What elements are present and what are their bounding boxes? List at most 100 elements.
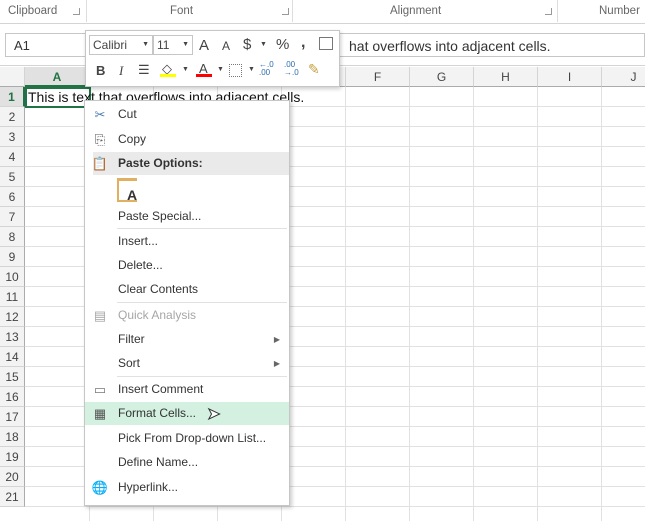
column-header-h[interactable]: H <box>474 67 538 87</box>
name-box[interactable]: A1 <box>5 33 90 57</box>
font-size-value: 11 <box>157 38 170 52</box>
select-all-corner[interactable] <box>0 67 25 87</box>
chevron-down-icon[interactable]: ▼ <box>182 66 189 73</box>
divider <box>86 0 87 22</box>
column-header-g[interactable]: G <box>410 67 474 87</box>
gridline <box>25 506 645 507</box>
row-header-16[interactable]: 16 <box>0 387 25 407</box>
currency-button[interactable]: $ <box>243 36 251 53</box>
font-launcher-icon[interactable] <box>282 8 289 15</box>
menu-label: Define Name... <box>118 455 199 469</box>
column-header-a[interactable]: A <box>25 67 90 87</box>
row-header-5[interactable]: 5 <box>0 167 25 187</box>
divider <box>557 0 558 22</box>
comment-icon: ▭ <box>93 382 107 397</box>
menu-label: Insert... <box>118 234 159 248</box>
row-header-8[interactable]: 8 <box>0 227 25 247</box>
menu-label: Hyperlink... <box>118 480 179 494</box>
comma-button[interactable]: , <box>301 34 305 52</box>
borders-icon[interactable] <box>229 64 242 77</box>
row-header-7[interactable]: 7 <box>0 207 25 227</box>
row-header-20[interactable]: 20 <box>0 467 25 487</box>
chevron-down-icon[interactable]: ▼ <box>248 66 255 73</box>
menu-item-define-name[interactable]: Define Name... <box>85 451 289 474</box>
menu-label: Pick From Drop-down List... <box>118 431 267 445</box>
row-header-3[interactable]: 3 <box>0 127 25 147</box>
ribbon-group-clipboard: Clipboard <box>8 5 58 17</box>
menu-item-paste-special[interactable]: Paste Special... <box>85 205 289 228</box>
row-header-6[interactable]: 6 <box>0 187 25 207</box>
submenu-arrow-icon: ▶ <box>273 359 280 368</box>
menu-item-copy[interactable]: ⎘ Copy <box>85 128 289 151</box>
row-header-11[interactable]: 11 <box>0 287 25 307</box>
column-header-i[interactable]: I <box>538 67 602 87</box>
menu-label: Copy <box>118 132 147 146</box>
menu-item-clear-contents[interactable]: Clear Contents <box>85 278 289 301</box>
row-header-13[interactable]: 13 <box>0 327 25 347</box>
align-center-icon[interactable]: ☰ <box>138 62 150 78</box>
row-header-10[interactable]: 10 <box>0 267 25 287</box>
row-header-17[interactable]: 17 <box>0 407 25 427</box>
chevron-down-icon[interactable]: ▼ <box>260 41 267 48</box>
menu-item-sort[interactable]: Sort ▶ <box>85 352 289 375</box>
menu-label: Format Cells... <box>118 406 197 420</box>
row-header-12[interactable]: 12 <box>0 307 25 327</box>
row-header-1[interactable]: 1 <box>0 87 25 107</box>
percent-button[interactable]: % <box>276 36 289 53</box>
chevron-down-icon[interactable]: ▼ <box>217 66 224 73</box>
fill-color-button[interactable]: ◇ <box>160 61 176 77</box>
column-header-j[interactable]: J <box>602 67 645 87</box>
menu-separator <box>117 228 287 229</box>
font-name-select[interactable]: Calibri ▼ <box>89 35 153 55</box>
increase-decimal-button[interactable]: ←.0 .00 <box>259 61 279 77</box>
row-header-2[interactable]: 2 <box>0 107 25 127</box>
italic-button[interactable]: I <box>119 63 123 79</box>
hyperlink-icon: 🌐 <box>91 480 109 495</box>
menu-item-insert-comment[interactable]: ▭ Insert Comment <box>85 378 289 401</box>
gridline <box>409 87 410 521</box>
mini-toolbar: Calibri ▼ 11 ▼ A A $ ▼ % , B I ☰ ◇ ▼ A ▼ ▼… <box>85 30 340 87</box>
menu-item-insert[interactable]: Insert... <box>85 230 289 253</box>
clipboard-launcher-icon[interactable] <box>73 8 80 15</box>
menu-label: Paste Options: <box>118 156 203 170</box>
row-header-14[interactable]: 14 <box>0 347 25 367</box>
copy-icon: ⎘ <box>94 132 106 147</box>
gridline <box>345 87 346 521</box>
ribbon: Clipboard Font Alignment Number <box>0 0 645 24</box>
quick-analysis-icon: ▤ <box>93 308 107 323</box>
ribbon-group-font: Font <box>170 5 194 17</box>
bold-button[interactable]: B <box>96 63 105 78</box>
menu-item-hyperlink[interactable]: 🌐 Hyperlink... <box>85 476 289 499</box>
menu-separator <box>117 376 287 377</box>
font-color-button[interactable]: A <box>196 61 212 77</box>
grow-font-button[interactable]: A <box>199 37 209 54</box>
row-header-21[interactable]: 21 <box>0 487 25 507</box>
fill-color-swatch <box>160 74 176 77</box>
menu-item-pick-from-list[interactable]: Pick From Drop-down List... <box>85 427 289 450</box>
merge-center-icon[interactable] <box>319 37 333 50</box>
alignment-launcher-icon[interactable] <box>545 8 552 15</box>
shrink-font-button[interactable]: A <box>222 39 230 53</box>
menu-item-delete[interactable]: Delete... <box>85 254 289 277</box>
font-size-select[interactable]: 11 ▼ <box>153 35 193 55</box>
divider <box>292 0 293 22</box>
paste-options-header: 📋 Paste Options: <box>92 152 289 175</box>
row-header-19[interactable]: 19 <box>0 447 25 467</box>
row-header-18[interactable]: 18 <box>0 427 25 447</box>
menu-label: Paste Special... <box>118 209 202 223</box>
row-header-15[interactable]: 15 <box>0 367 25 387</box>
menu-item-cut[interactable]: ✂ Cut <box>85 103 289 126</box>
row-header-9[interactable]: 9 <box>0 247 25 267</box>
column-header-f[interactable]: F <box>346 67 410 87</box>
row-header-4[interactable]: 4 <box>0 147 25 167</box>
menu-label: Clear Contents <box>118 282 199 296</box>
menu-item-filter[interactable]: Filter ▶ <box>85 328 289 351</box>
ribbon-group-alignment: Alignment <box>390 5 442 17</box>
menu-item-format-cells[interactable]: ▦ Format Cells... ➤ <box>85 402 289 425</box>
formula-text: hat overflows into adjacent cells. <box>349 38 551 54</box>
decrease-decimal-button[interactable]: .00 →.0 <box>284 61 304 77</box>
gridline <box>537 87 538 521</box>
font-name-value: Calibri <box>93 38 128 52</box>
paste-values-button[interactable]: A <box>117 178 137 203</box>
format-painter-icon[interactable]: ✎ <box>308 61 320 78</box>
